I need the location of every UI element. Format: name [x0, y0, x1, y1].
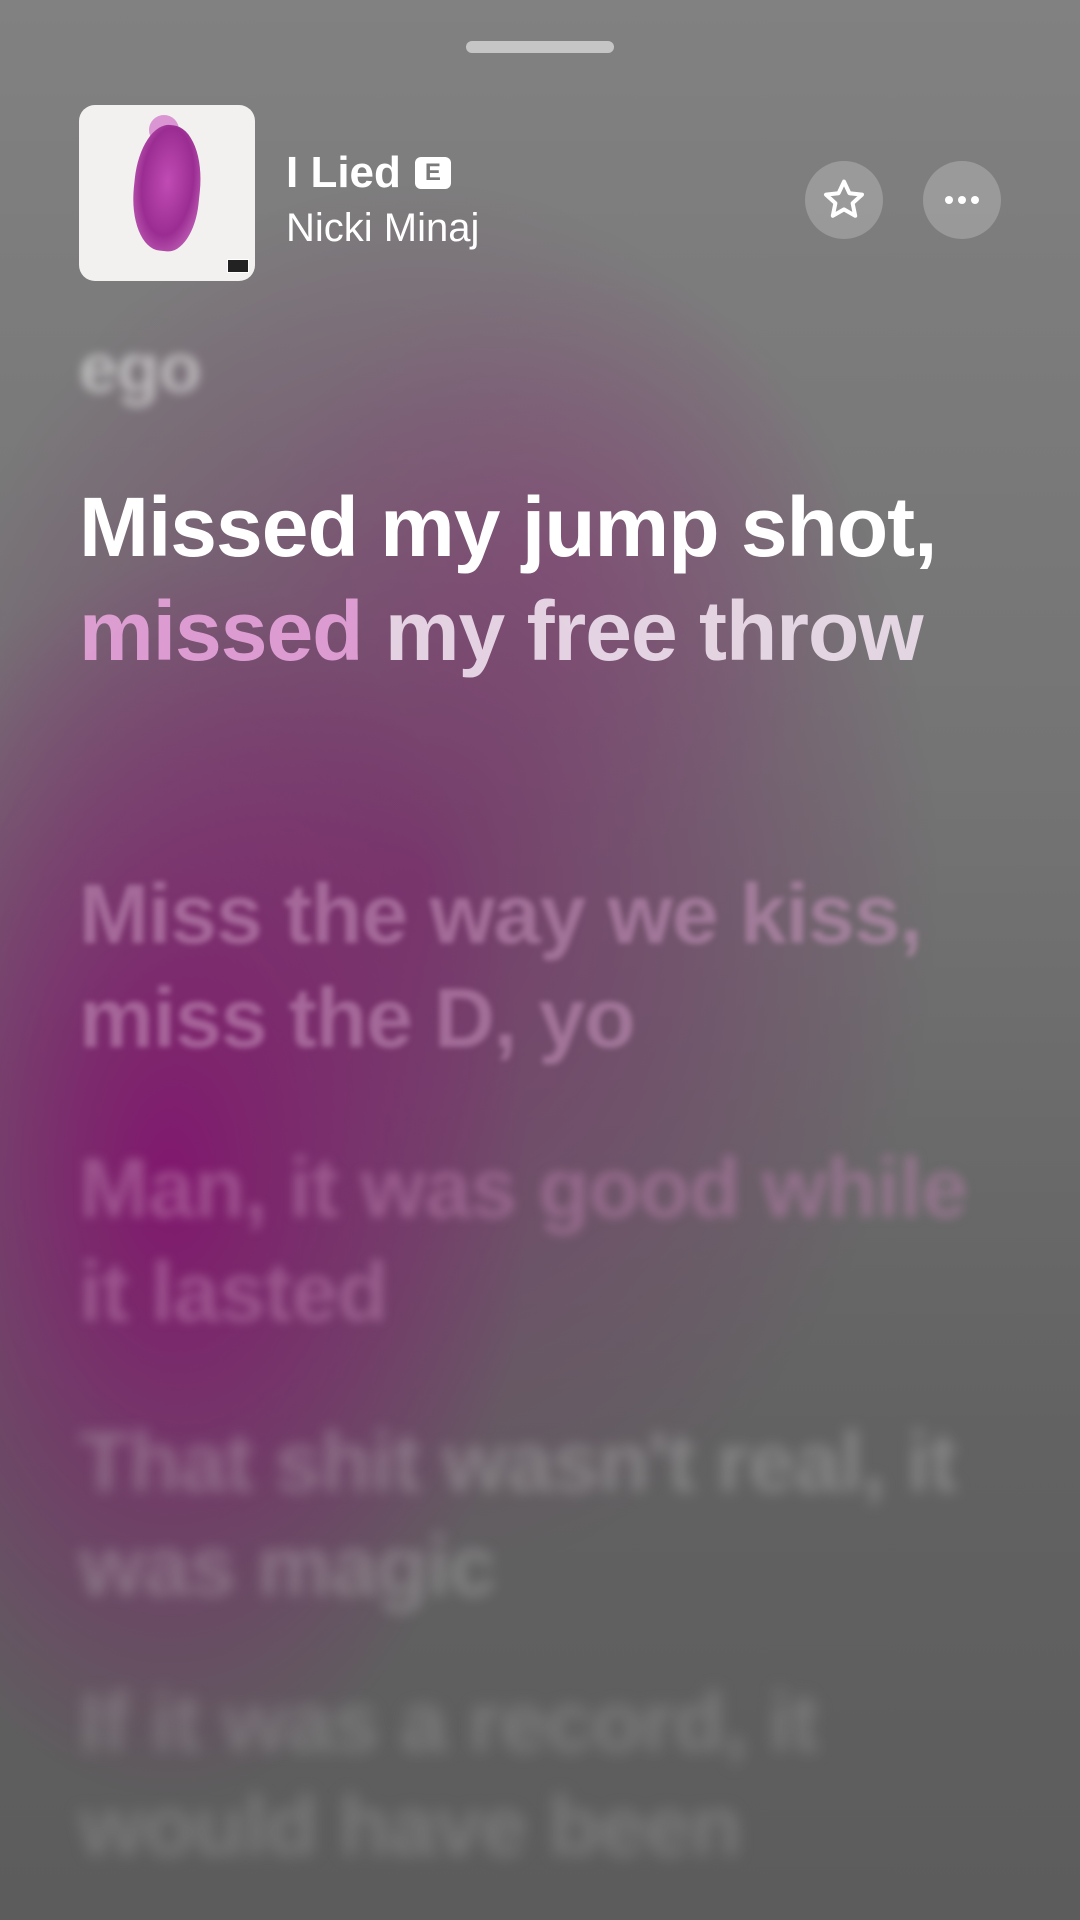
lyric-line[interactable]: If it was a record, it would have been	[79, 1670, 1009, 1878]
star-icon	[824, 179, 864, 218]
now-playing-header: I Lied E Nicki Minaj	[79, 105, 1001, 281]
lyric-line[interactable]: That shit wasn't real, it was magic	[79, 1410, 1009, 1618]
lyric-line[interactable]: Man, it was good while it lasted	[79, 1136, 1009, 1344]
lyric-upcoming-portion: my free throw	[384, 584, 924, 678]
favorite-button[interactable]	[805, 161, 883, 239]
lyric-line[interactable]: Miss the way we kiss, miss the D, yo	[79, 862, 1009, 1070]
parental-advisory-label	[227, 259, 249, 273]
lyric-line-previous[interactable]: ego	[79, 316, 1009, 420]
album-artwork[interactable]	[79, 105, 255, 281]
title-row: I Lied E	[286, 151, 451, 195]
lyric-line-text: If it was a record, it would have been	[79, 1675, 819, 1873]
lyric-line-current[interactable]: Missed my jump shot, missed my free thro…	[79, 475, 1009, 683]
artist-name[interactable]: Nicki Minaj	[286, 208, 479, 248]
sheet-grabber-handle[interactable]	[466, 41, 614, 53]
more-button[interactable]	[923, 161, 1001, 239]
lyric-sung-portion: Missed my jump shot,	[79, 480, 937, 574]
lyric-active-word: missed	[79, 584, 363, 678]
explicit-badge: E	[414, 157, 451, 189]
ellipsis-icon	[945, 196, 979, 204]
artwork-figure	[127, 121, 207, 255]
song-title[interactable]: I Lied	[286, 151, 401, 195]
